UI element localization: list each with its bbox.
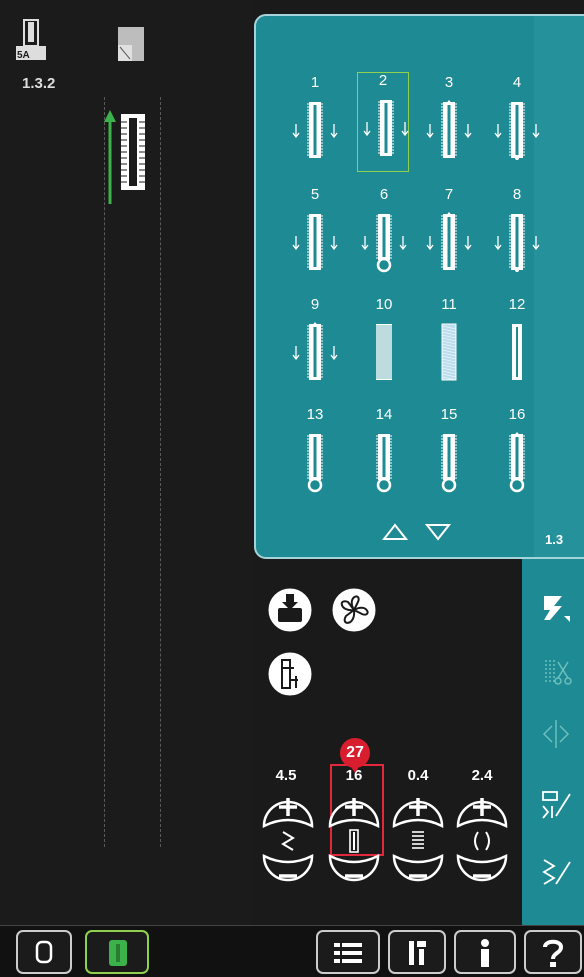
buttonhole-stitch-icon xyxy=(512,324,522,380)
density-value: 0.4 xyxy=(407,767,429,784)
buttonhole-stitch-icon xyxy=(426,212,472,270)
stitch-option-15[interactable]: 15 xyxy=(420,406,478,506)
stitch-code: 1.3.2 xyxy=(22,75,56,92)
buttonhole-settings-button[interactable] xyxy=(264,648,316,700)
stitch-number: 1 xyxy=(310,74,320,91)
buttonhole-stitch-icon xyxy=(376,324,392,380)
stitch-number: 11 xyxy=(441,296,457,313)
stitch-option-3[interactable]: 3 xyxy=(420,74,478,174)
length-increase-button[interactable] xyxy=(324,786,384,830)
stitch-number: 5 xyxy=(310,186,320,203)
stitch-option-7[interactable]: 7 xyxy=(420,186,478,286)
question-mark-icon xyxy=(543,939,564,967)
stitch-number: 15 xyxy=(440,406,458,423)
stitch-program-icon[interactable] xyxy=(540,856,572,888)
density-icon xyxy=(412,831,424,849)
list-menu-icon xyxy=(334,943,362,963)
width-control xyxy=(258,786,318,896)
buttonhole-stitch-icon xyxy=(292,214,338,270)
buttonhole-stitch-icon xyxy=(426,100,472,158)
cord-increase-button[interactable] xyxy=(452,786,512,830)
density-decrease-button[interactable] xyxy=(388,852,448,896)
stitch-option-10[interactable]: 10 xyxy=(355,296,413,396)
stitch-number: 16 xyxy=(508,406,526,423)
fan-stitch-button[interactable] xyxy=(328,584,380,636)
help-button[interactable] xyxy=(524,930,582,974)
sequence-edit-icon[interactable] xyxy=(540,788,572,820)
zigzag-width-icon xyxy=(281,831,295,851)
cord-decrease-button[interactable] xyxy=(452,852,512,896)
stitch-option-9[interactable]: 9 xyxy=(286,296,344,396)
sew-direction-arrow-icon xyxy=(104,110,116,204)
stitch-number: 8 xyxy=(512,186,522,203)
width-increase-button[interactable] xyxy=(258,786,318,830)
stitch-option-12[interactable]: 12 xyxy=(488,296,546,396)
mode-toggle-button[interactable] xyxy=(16,930,72,974)
buttonhole-stitch-icon xyxy=(441,323,457,381)
buttonhole-stitch-icon xyxy=(292,322,338,380)
scroll-up-button[interactable] xyxy=(382,523,408,541)
stitch-number: 7 xyxy=(444,186,454,203)
buttonhole-stitch-icon xyxy=(494,214,540,272)
width-value: 4.5 xyxy=(275,767,297,784)
stitch-mode-icon xyxy=(109,940,127,966)
buttonhole-stitch-icon xyxy=(292,102,338,158)
buttonhole-stitch-icon xyxy=(494,102,540,160)
buttonhole-stitch-icon xyxy=(307,434,323,493)
stitch-number: 10 xyxy=(375,296,393,313)
length-decrease-button[interactable] xyxy=(324,852,384,896)
cord-spacing-icon xyxy=(474,831,490,851)
buttonhole-stitch-icon xyxy=(441,434,457,493)
cord-value: 2.4 xyxy=(471,767,493,784)
buttonhole-preview xyxy=(121,114,145,190)
menu-button[interactable] xyxy=(316,930,380,974)
callout-number: 27 xyxy=(340,738,370,768)
buttonhole-stitch-icon xyxy=(361,214,407,273)
stitch-option-2[interactable]: 2 xyxy=(357,72,409,172)
buttonhole-stitch-icon xyxy=(363,100,409,156)
save-stitch-button[interactable] xyxy=(264,584,316,636)
stitch-option-8[interactable]: 8 xyxy=(488,186,546,286)
buttonhole-stitch-icon xyxy=(376,434,392,493)
guide-line-left xyxy=(104,97,105,847)
stitch-menu-page-id: 1.3 xyxy=(545,532,564,547)
stitch-edit-icon xyxy=(545,660,572,685)
mirror-icon xyxy=(542,720,570,748)
settings-button[interactable] xyxy=(388,930,446,974)
info-button[interactable] xyxy=(454,930,516,974)
stitch-number: 9 xyxy=(310,296,320,313)
buttonhole-stitch-icon xyxy=(509,432,525,493)
stitch-menu-icon[interactable] xyxy=(540,592,572,624)
guide-line-right xyxy=(160,97,161,847)
scroll-down-button[interactable] xyxy=(425,523,451,541)
stitch-number: 3 xyxy=(444,74,454,91)
stitch-option-5[interactable]: 5 xyxy=(286,186,344,286)
stitch-option-4[interactable]: 4 xyxy=(488,74,546,174)
stitch-number: 14 xyxy=(375,406,393,423)
stitch-option-16[interactable]: 16 xyxy=(488,406,546,506)
stitch-number: 6 xyxy=(379,186,389,203)
density-increase-button[interactable] xyxy=(388,786,448,830)
rounded-rect-icon xyxy=(35,940,53,964)
buttonhole-length-icon xyxy=(349,829,359,853)
fabric-selection-icon[interactable] xyxy=(118,27,144,61)
stitch-option-11[interactable]: 11 xyxy=(420,296,478,396)
stitch-option-1[interactable]: 1 xyxy=(286,74,344,174)
width-decrease-button[interactable] xyxy=(258,852,318,896)
stitch-option-14[interactable]: 14 xyxy=(355,406,413,506)
stitch-number: 12 xyxy=(508,296,526,313)
cord-control xyxy=(452,786,512,896)
stitch-number: 4 xyxy=(512,74,522,91)
tools-icon xyxy=(409,941,426,965)
svg-text:5A: 5A xyxy=(17,50,30,61)
stitch-mode-button[interactable] xyxy=(85,930,149,974)
length-control xyxy=(324,786,384,896)
stitch-number: 2 xyxy=(378,72,388,89)
presser-foot-icon: 5A xyxy=(16,19,46,61)
stitch-number: 13 xyxy=(306,406,324,423)
stitch-option-6[interactable]: 6 xyxy=(355,186,413,286)
info-icon xyxy=(481,939,489,967)
density-control xyxy=(388,786,448,896)
stitch-option-13[interactable]: 13 xyxy=(286,406,344,506)
